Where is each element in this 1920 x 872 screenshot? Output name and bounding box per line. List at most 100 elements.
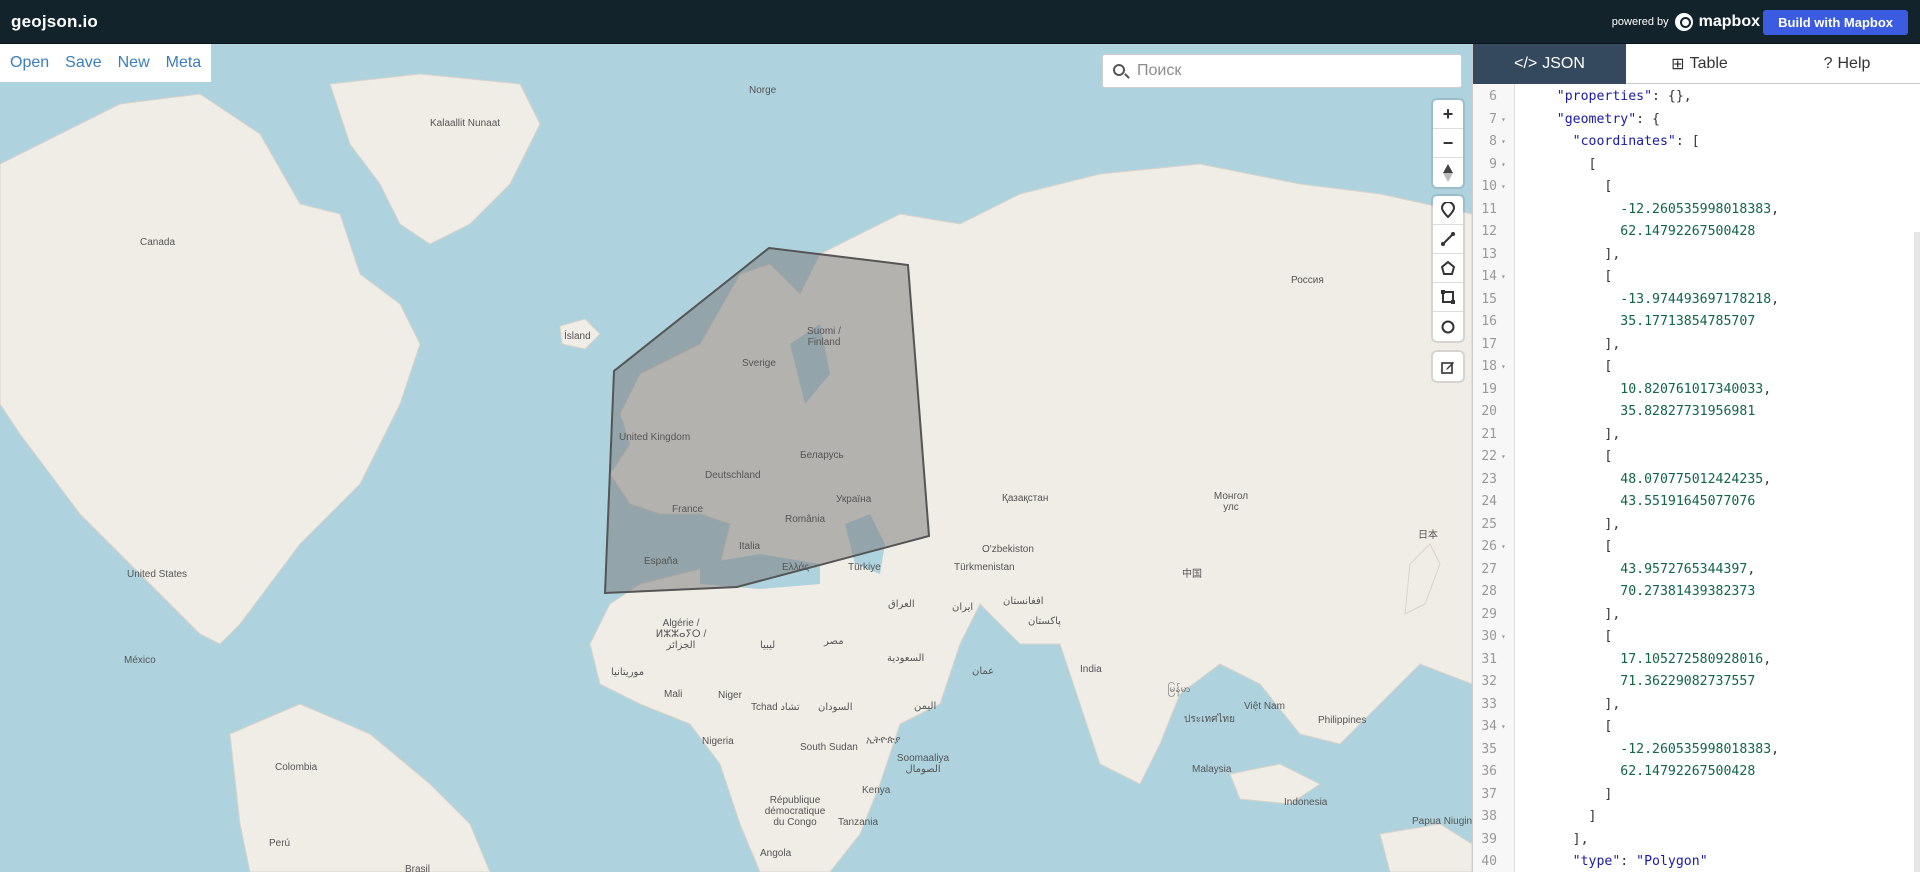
- code-line[interactable]: 13 ],: [1473, 244, 1920, 267]
- map-label-ethiopia: ኢትዮጵያ: [866, 735, 901, 746]
- code-line[interactable]: 29 ],: [1473, 604, 1920, 627]
- code-line[interactable]: 26 ▾ [: [1473, 536, 1920, 559]
- code-line[interactable]: 21 ],: [1473, 424, 1920, 447]
- powered-by-mapbox[interactable]: powered by mapbox: [1612, 13, 1760, 31]
- code-text: [: [1525, 269, 1613, 284]
- code-line[interactable]: 33 ],: [1473, 694, 1920, 717]
- fold-toggle-icon[interactable]: ▾: [1501, 356, 1506, 379]
- code-text: ],: [1525, 336, 1621, 352]
- code-line[interactable]: 25 ],: [1473, 514, 1920, 537]
- code-line[interactable]: 22 ▾ [: [1473, 446, 1920, 469]
- code-line[interactable]: 24 43.55191645077076: [1473, 491, 1920, 514]
- line-number: 16: [1481, 314, 1497, 329]
- fold-toggle-icon[interactable]: ▾: [1501, 266, 1506, 289]
- code-text: "type": "Polygon": [1572, 854, 1708, 869]
- code-line[interactable]: 23 48.070775012424235,: [1473, 469, 1920, 492]
- code-line[interactable]: 20 35.82827731956981: [1473, 401, 1920, 424]
- code-line[interactable]: 36 62.14792267500428: [1473, 761, 1920, 784]
- draw-polygon-button[interactable]: [1433, 254, 1463, 283]
- code-line[interactable]: 34 ▾ [: [1473, 716, 1920, 739]
- map-label-sweden: Sverige: [742, 358, 776, 369]
- code-line[interactable]: 9 ▾ [: [1473, 154, 1920, 177]
- search-input[interactable]: [1137, 59, 1447, 83]
- code-line[interactable]: 17 ],: [1473, 334, 1920, 357]
- fold-toggle-icon[interactable]: ▾: [1501, 131, 1506, 154]
- code-line[interactable]: 10 ▾ [: [1473, 176, 1920, 199]
- code-line[interactable]: 37 ]: [1473, 784, 1920, 807]
- line-number: 39: [1481, 831, 1497, 847]
- panel-tabs: </> JSON ⊞ Table ? Help: [1473, 44, 1920, 84]
- build-with-mapbox-button[interactable]: Build with Mapbox: [1763, 10, 1908, 35]
- draw-point-button[interactable]: [1433, 196, 1463, 225]
- code-text: ],: [1525, 426, 1621, 442]
- code-text: ],: [1525, 516, 1621, 532]
- code-line[interactable]: 28 70.27381439382373: [1473, 581, 1920, 604]
- code-text: 62.14792267500428: [1620, 224, 1756, 239]
- open-menu-item[interactable]: Open: [2, 54, 57, 72]
- draw-controls: [1433, 196, 1463, 341]
- map-canvas[interactable]: Kalaallit Nunaat Canada Ísland Norge Suo…: [0, 44, 1472, 872]
- map-label-sudan: السودان: [818, 702, 853, 713]
- marker-icon: [1441, 202, 1455, 218]
- brand-logo[interactable]: geojson.io: [11, 12, 98, 32]
- code-line[interactable]: 40 "type": "Polygon": [1473, 851, 1920, 872]
- tab-help[interactable]: ? Help: [1773, 44, 1920, 84]
- map-label-egypt: مصر: [824, 636, 844, 647]
- draw-line-button[interactable]: [1433, 225, 1463, 254]
- map-label-thailand: ประเทศไทย: [1184, 714, 1235, 725]
- fold-toggle-icon[interactable]: ▾: [1501, 626, 1506, 649]
- code-line[interactable]: 32 71.36229082737557: [1473, 671, 1920, 694]
- fold-toggle-icon[interactable]: ▾: [1501, 176, 1506, 199]
- code-line[interactable]: 6 "properties": {},: [1473, 86, 1920, 109]
- code-line[interactable]: 7 ▾ "geometry": {: [1473, 109, 1920, 132]
- line-number: 29: [1481, 606, 1497, 622]
- edit-features-button[interactable]: [1433, 352, 1463, 381]
- draw-circle-button[interactable]: [1433, 312, 1463, 341]
- code-text: ],: [1525, 246, 1621, 262]
- compass-button[interactable]: [1433, 158, 1463, 187]
- compass-icon: [1443, 163, 1453, 182]
- code-text: 43.9572765344397,: [1620, 561, 1756, 577]
- fold-toggle-icon[interactable]: ▾: [1501, 536, 1506, 559]
- fold-toggle-icon[interactable]: ▾: [1501, 154, 1506, 177]
- code-line[interactable]: 39 ],: [1473, 829, 1920, 852]
- meta-menu-item[interactable]: Meta: [158, 54, 210, 72]
- code-line[interactable]: 35 -12.260535998018383,: [1473, 739, 1920, 762]
- code-line[interactable]: 14 ▾ [: [1473, 266, 1920, 289]
- code-line[interactable]: 30 ▾ [: [1473, 626, 1920, 649]
- tab-json[interactable]: </> JSON: [1473, 44, 1626, 84]
- line-number: 7: [1489, 111, 1497, 127]
- code-line[interactable]: 18 ▾ [: [1473, 356, 1920, 379]
- save-menu-item[interactable]: Save: [57, 54, 109, 72]
- map-label-usa: United States: [127, 569, 188, 580]
- tab-table[interactable]: ⊞ Table: [1626, 44, 1773, 84]
- fold-toggle-icon[interactable]: ▾: [1501, 446, 1506, 469]
- code-line[interactable]: 8 ▾ "coordinates": [: [1473, 131, 1920, 154]
- map-label-india: India: [1080, 664, 1102, 675]
- map-label-drc: République démocratique du Congo: [764, 795, 826, 828]
- code-line[interactable]: 27 43.9572765344397,: [1473, 559, 1920, 582]
- json-editor[interactable]: 6 "properties": {}, 7 ▾ "geometry": {8 ▾ "c…: [1473, 86, 1920, 872]
- code-line[interactable]: 31 17.105272580928016,: [1473, 649, 1920, 672]
- code-line[interactable]: 19 10.820761017340033,: [1473, 379, 1920, 402]
- code-line[interactable]: 16 35.17713854785707: [1473, 311, 1920, 334]
- code-line[interactable]: 12 62.14792267500428: [1473, 221, 1920, 244]
- map-label-romania: România: [785, 514, 826, 525]
- fold-toggle-icon[interactable]: ▾: [1501, 716, 1506, 739]
- code-line[interactable]: 15 -13.974493697178218,: [1473, 289, 1920, 312]
- code-line[interactable]: 11 -12.260535998018383,: [1473, 199, 1920, 222]
- draw-rectangle-button[interactable]: [1433, 283, 1463, 312]
- map-label-papua: Papua Niugini: [1412, 816, 1472, 827]
- zoom-out-button[interactable]: −: [1433, 129, 1463, 158]
- search-icon: [1113, 64, 1125, 76]
- code-line[interactable]: 38 ]: [1473, 806, 1920, 829]
- map-label-brazil: Brasil: [405, 864, 431, 872]
- fold-toggle-icon[interactable]: ▾: [1501, 109, 1506, 132]
- zoom-in-button[interactable]: +: [1433, 100, 1463, 129]
- map-label-canada: Canada: [140, 237, 176, 248]
- geocoder-search: [1102, 54, 1462, 88]
- map-label-finland: Suomi / Finland: [807, 326, 841, 348]
- new-menu-item[interactable]: New: [110, 54, 158, 72]
- map-label-uzbekistan: O'zbekiston: [982, 544, 1034, 555]
- editor-scrollbar[interactable]: [1914, 232, 1920, 872]
